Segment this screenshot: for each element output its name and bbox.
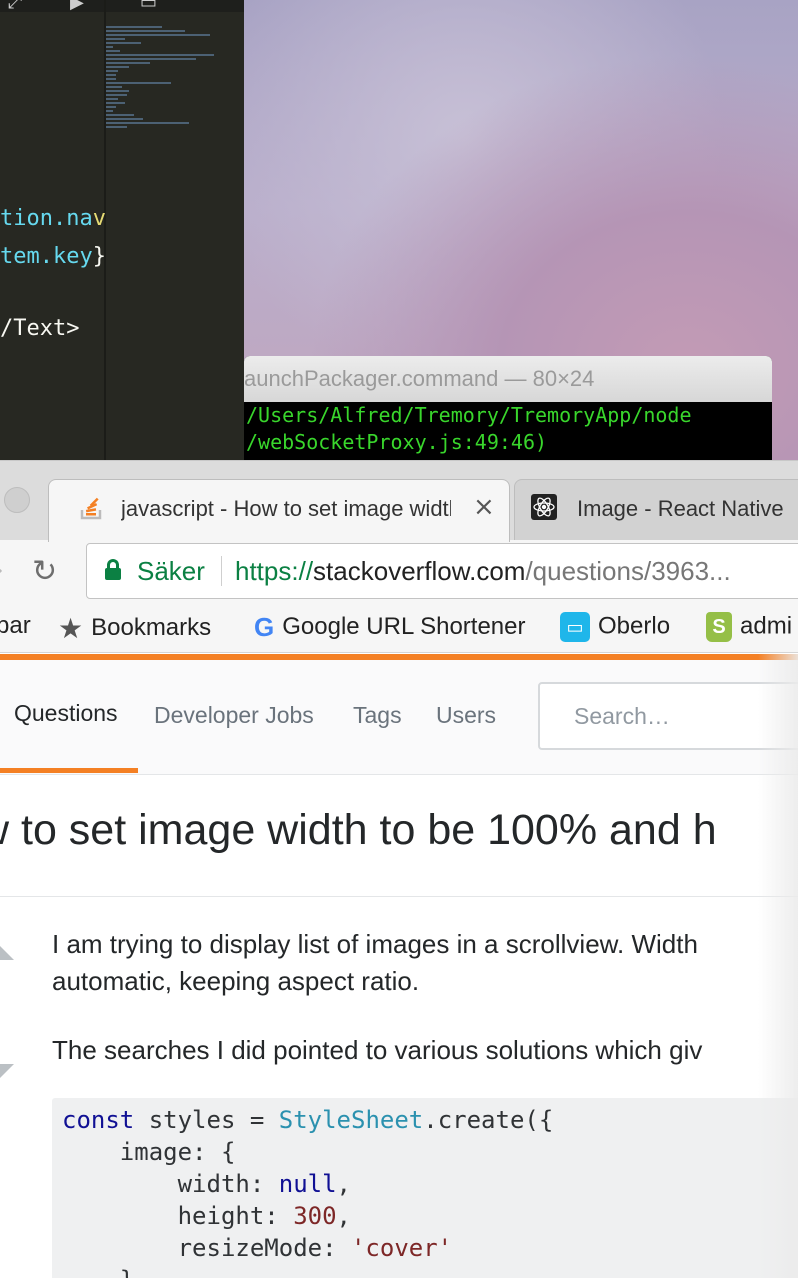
stackoverflow-icon xyxy=(80,497,102,520)
code-line: tem.key} xyxy=(0,244,106,269)
code-block: const styles = StyleSheet.create({ image… xyxy=(52,1098,798,1278)
active-nav-underline xyxy=(0,768,138,773)
secure-label: Säker xyxy=(137,556,205,586)
bookmark-item[interactable]: bar xyxy=(0,612,31,640)
window-edge-shadow xyxy=(758,654,798,1278)
star-icon: ★ xyxy=(58,612,84,645)
shopify-icon: S xyxy=(706,612,732,642)
terminal-window[interactable]: aunchPackager.command — 80×24 /Users/Alf… xyxy=(244,356,772,460)
reload-icon[interactable]: ↻ xyxy=(32,554,57,589)
nav-users[interactable]: Users xyxy=(436,702,496,729)
address-bar[interactable]: Säker https://stackoverflow.com/question… xyxy=(86,543,798,599)
bookmark-item[interactable]: ★ Bookmarks xyxy=(58,612,211,645)
terminal-line: /webSocketProxy.js:49:46) xyxy=(246,430,548,454)
code-line: tion.nav xyxy=(0,206,106,231)
so-navigation: Questions Developer Jobs Tags Users xyxy=(0,660,798,775)
tab-title: Image - React Native xyxy=(577,496,784,521)
nav-tags[interactable]: Tags xyxy=(353,702,402,729)
lock-icon xyxy=(105,559,121,581)
bookmarks-bar: bar ★ Bookmarks G Google URL Shortener ▭ Ob… xyxy=(0,602,798,653)
tab-title: javascript - How to set image width to b… xyxy=(121,496,451,521)
code-editor: ⤢ ▶ ▭ tion.nav tem.key} /Text> xyxy=(0,0,244,460)
question-text: automatic, keeping aspect ratio. xyxy=(52,966,420,996)
play-icon[interactable]: ▶ xyxy=(70,0,84,13)
close-tab-icon[interactable]: × xyxy=(473,492,495,522)
code-line: const styles = StyleSheet.create({ xyxy=(62,1106,554,1134)
tab-stackoverflow[interactable]: javascript - How to set image width to b… xyxy=(48,479,510,542)
terminal-line: /Users/Alfred/Tremory/TremoryApp/node xyxy=(246,403,692,427)
bookmark-item[interactable]: G Google URL Shortener xyxy=(254,612,525,643)
tab-strip: javascript - How to set image width to b… xyxy=(0,460,798,542)
panel-icon[interactable]: ▭ xyxy=(140,0,157,13)
oberlo-icon: ▭ xyxy=(560,612,590,642)
browser-window: javascript - How to set image width to b… xyxy=(0,460,798,1278)
omnibox-separator xyxy=(221,556,222,586)
question-text: I am trying to display list of images in… xyxy=(52,929,698,959)
vote-down-icon[interactable] xyxy=(0,1064,14,1078)
react-icon xyxy=(531,494,557,520)
vote-up-icon[interactable] xyxy=(0,946,14,960)
minimap[interactable] xyxy=(104,24,219,164)
google-icon: G xyxy=(254,612,275,642)
code-line: }, xyxy=(62,1266,149,1278)
title-divider xyxy=(0,896,798,897)
code-line: image: { xyxy=(62,1138,236,1166)
browser-toolbar: › ↻ Säker https://stackoverflow.com/ques… xyxy=(0,540,798,602)
nav-questions[interactable]: Questions xyxy=(14,700,118,727)
nav-developer-jobs[interactable]: Developer Jobs xyxy=(154,702,314,729)
question-title[interactable]: w to set image width to be 100% and h xyxy=(0,806,717,855)
bookmark-item[interactable]: ▭ Oberlo xyxy=(560,612,670,642)
editor-toolbar: ⤢ ▶ ▭ xyxy=(0,0,244,13)
split-icon[interactable]: ⤢ xyxy=(8,0,22,13)
code-line: resizeMode: 'cover' xyxy=(62,1234,453,1262)
code-line: /Text> xyxy=(0,316,80,341)
code-line: width: null, xyxy=(62,1170,351,1198)
question-text: The searches I did pointed to various so… xyxy=(52,1035,703,1065)
bookmark-item[interactable]: Sadmi xyxy=(706,612,792,642)
window-button[interactable] xyxy=(4,487,30,513)
terminal-title: aunchPackager.command — 80×24 xyxy=(244,356,772,402)
code-line: height: 300, xyxy=(62,1202,351,1230)
url-text: https://stackoverflow.com/questions/3963… xyxy=(235,556,731,586)
tab-react-native[interactable]: Image - React Native xyxy=(514,479,798,542)
forward-icon[interactable]: › xyxy=(0,556,4,584)
